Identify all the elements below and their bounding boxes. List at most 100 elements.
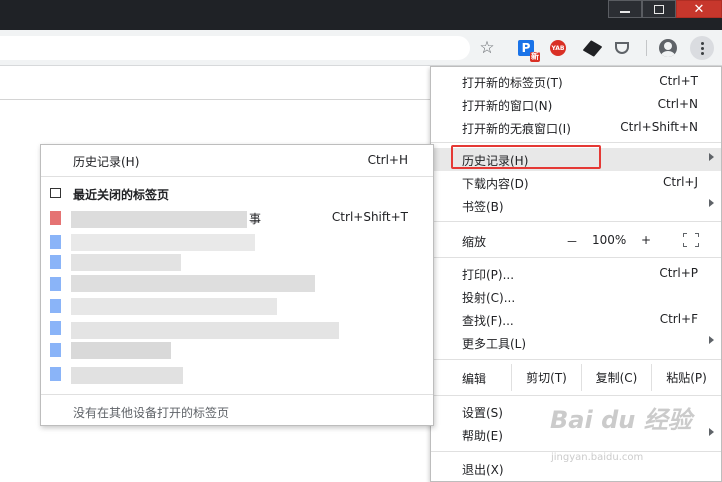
menu-item-label: 打开新的标签页(T): [462, 76, 563, 90]
copy-button[interactable]: 复制(C): [581, 364, 651, 391]
menu-item-label: 查找(F)...: [462, 314, 514, 328]
history-submenu-title[interactable]: 历史记录(H): [73, 153, 139, 170]
edit-label: 编辑: [462, 372, 487, 386]
menu-item-more-tools[interactable]: 更多工具(L): [431, 331, 721, 354]
list-item[interactable]: [71, 254, 181, 271]
close-icon: ✕: [693, 1, 705, 17]
page-divider: [0, 99, 430, 100]
menu-item-downloads[interactable]: 下载内容(D) Ctrl+J: [431, 171, 721, 194]
maximize-button[interactable]: [642, 0, 676, 18]
menu-item-label: 打开新的无痕窗口(I): [462, 122, 571, 136]
maximize-icon: [654, 4, 664, 14]
submenu-arrow-icon: [709, 153, 714, 161]
menu-divider: [431, 142, 721, 143]
favicon-icon: [50, 299, 61, 313]
submenu-arrow-icon: [709, 199, 714, 207]
submenu-divider: [41, 394, 433, 395]
extension-cube-button[interactable]: [582, 38, 602, 58]
dot-icon: [700, 41, 704, 45]
history-submenu-shortcut: Ctrl+H: [367, 153, 408, 167]
menu-item-label: 退出(X): [462, 463, 504, 477]
tab-icon: [50, 188, 61, 198]
favicon-icon: [50, 211, 61, 225]
list-item[interactable]: [71, 298, 277, 315]
menu-item-label: 书签(B): [462, 200, 504, 214]
list-item[interactable]: [71, 322, 339, 339]
menu-divider: [431, 257, 721, 258]
paste-button[interactable]: 粘贴(P): [651, 364, 721, 391]
zoom-out-button[interactable]: －: [566, 233, 578, 250]
minimize-icon: [620, 11, 630, 13]
recently-closed-heading: 最近关闭的标签页: [73, 188, 170, 202]
menu-item-find[interactable]: 查找(F)... Ctrl+F: [431, 308, 721, 331]
dot-icon: [700, 46, 704, 50]
menu-edit-row: 编辑 剪切(T) 复制(C) 粘贴(P): [431, 364, 721, 391]
bookmark-star-button[interactable]: ☆: [477, 38, 497, 58]
extension-p-badge: 新: [530, 52, 540, 62]
submenu-divider: [41, 176, 433, 177]
avatar-icon: [659, 39, 677, 57]
menu-item-label: 下载内容(D): [462, 177, 529, 191]
extension-p-button[interactable]: P 新: [516, 38, 540, 62]
menu-item-label: 帮助(E): [462, 429, 503, 443]
reopen-tab-shortcut: Ctrl+Shift+T: [331, 210, 408, 224]
list-item[interactable]: [71, 211, 247, 228]
list-item[interactable]: [71, 342, 171, 359]
menu-item-shortcut: Ctrl+J: [663, 175, 698, 189]
list-item[interactable]: [71, 275, 315, 292]
address-bar[interactable]: [0, 36, 470, 60]
menu-item-shortcut: Ctrl+N: [657, 97, 698, 111]
menu-divider: [431, 359, 721, 360]
zoom-in-button[interactable]: +: [641, 233, 651, 247]
cube-icon: [582, 39, 602, 57]
menu-item-label: 设置(S): [462, 406, 503, 420]
submenu-arrow-icon: [709, 336, 714, 344]
no-synced-tabs-message: 没有在其他设备打开的标签页: [73, 406, 230, 420]
menu-item-bookmarks[interactable]: 书签(B): [431, 194, 721, 217]
favicon-icon: [50, 255, 61, 269]
menu-item-shortcut: Ctrl+Shift+N: [620, 120, 698, 134]
star-icon: ☆: [479, 37, 495, 58]
menu-item-print[interactable]: 打印(P)... Ctrl+P: [431, 262, 721, 285]
fullscreen-icon: [695, 243, 699, 247]
fullscreen-icon: [695, 233, 699, 237]
menu-item-shortcut: Ctrl+P: [659, 266, 698, 280]
chrome-menu-button[interactable]: [690, 36, 714, 60]
pocket-button[interactable]: [612, 38, 632, 58]
toolbar-divider: [646, 40, 647, 56]
menu-item-label: 打印(P)...: [462, 268, 515, 282]
fullscreen-button[interactable]: [683, 233, 699, 247]
extension-p-icon: P 新: [518, 40, 540, 62]
extension-yab-icon: YAB: [550, 40, 566, 56]
menu-item-new-tab[interactable]: 打开新的标签页(T) Ctrl+T: [431, 70, 721, 93]
list-item[interactable]: [71, 367, 183, 384]
watermark-logo-text: Bai du 经验: [550, 406, 692, 434]
menu-divider: [431, 395, 721, 396]
menu-item-shortcut: Ctrl+T: [659, 74, 698, 88]
zoom-level: 100%: [592, 233, 627, 247]
list-item[interactable]: [71, 234, 255, 251]
paste-label: 粘贴(P): [666, 371, 707, 385]
menu-item-label: 投射(C)...: [462, 291, 516, 305]
favicon-icon: [50, 277, 61, 291]
menu-item-cast[interactable]: 投射(C)...: [431, 285, 721, 308]
menu-item-new-window[interactable]: 打开新的窗口(N) Ctrl+N: [431, 93, 721, 116]
menu-item-shortcut: Ctrl+F: [659, 312, 698, 326]
menu-item-new-incognito[interactable]: 打开新的无痕窗口(I) Ctrl+Shift+N: [431, 116, 721, 139]
menu-item-zoom: 缩放 － 100% +: [431, 229, 721, 252]
history-highlight-box: [451, 145, 601, 169]
pocket-icon: [615, 42, 629, 54]
extension-yab-button[interactable]: YAB: [548, 38, 568, 58]
close-button[interactable]: ✕: [676, 0, 722, 18]
favicon-icon: [50, 321, 61, 335]
submenu-arrow-icon: [709, 428, 714, 436]
list-item-title-end: 事: [249, 212, 262, 226]
profile-button[interactable]: [658, 38, 678, 58]
minimize-button[interactable]: [608, 0, 642, 18]
fullscreen-icon: [683, 233, 687, 237]
cut-button[interactable]: 剪切(T): [511, 364, 581, 391]
dot-icon: [700, 51, 704, 55]
watermark-url: jingyan.baidu.com: [551, 452, 644, 463]
history-submenu: 历史记录(H) Ctrl+H 最近关闭的标签页 事 Ctrl+Shift+T 没…: [40, 144, 434, 426]
menu-item-label: 更多工具(L): [462, 337, 527, 351]
